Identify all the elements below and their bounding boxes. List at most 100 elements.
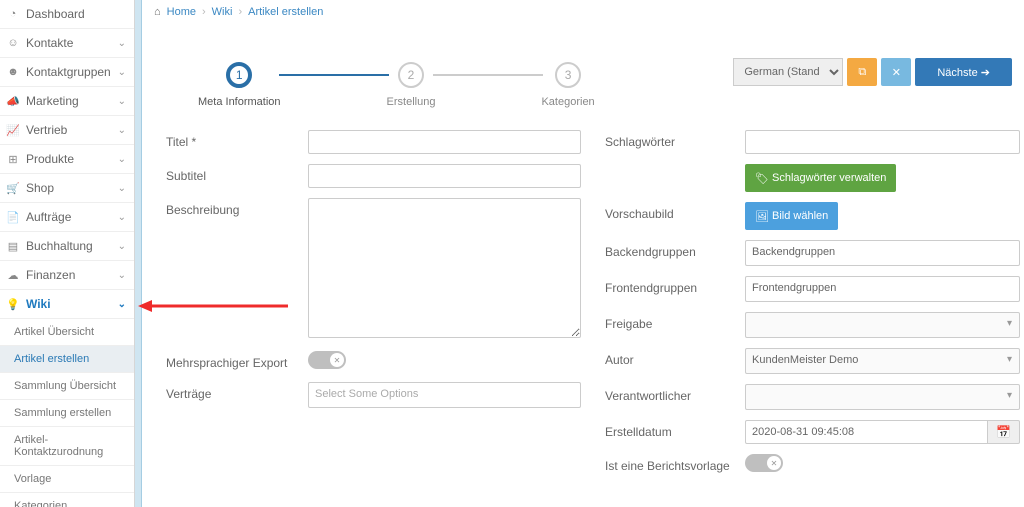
- toggle-berichtsvorlage[interactable]: [745, 454, 783, 472]
- close-icon: ✕: [892, 66, 901, 79]
- sidebar-vertrieb[interactable]: 📈 Vertrieb ⌄: [0, 116, 134, 145]
- sidebar-label: Marketing: [26, 94, 79, 108]
- chart-icon: 📈: [6, 124, 20, 137]
- label-vorschaubild: Vorschaubild: [605, 202, 745, 221]
- chevron-down-icon: ⌄: [118, 67, 126, 78]
- sub-artikel-kontaktzuordnung[interactable]: Artikel-Kontaktzurodnung: [0, 427, 134, 466]
- input-titel[interactable]: [308, 130, 581, 154]
- textarea-beschreibung[interactable]: [308, 198, 581, 338]
- step-number: 2: [398, 62, 424, 88]
- sidebar-buchhaltung[interactable]: ▤Buchhaltung⌄: [0, 232, 134, 261]
- label-frontendgruppen: Frontendgruppen: [605, 276, 745, 295]
- step-number: 1: [226, 62, 252, 88]
- sidebar-label: Produkte: [26, 152, 74, 166]
- home-icon: ⌂: [154, 6, 161, 18]
- label-erstelldatum: Erstelldatum: [605, 420, 745, 439]
- select-backendgruppen[interactable]: Backendgruppen: [745, 240, 1020, 266]
- sidebar-label: Kontakte: [26, 36, 73, 50]
- sidebar-marketing[interactable]: 📣Marketing⌄: [0, 87, 134, 116]
- breadcrumb-sep: ›: [238, 6, 242, 18]
- copy-icon: ⧉: [858, 66, 866, 79]
- sub-artikel-uebersicht[interactable]: Artikel Übersicht: [0, 319, 134, 346]
- wizard-steps: 1 Meta Information 2 Erstellung 3 Katego…: [166, 34, 733, 108]
- language-select[interactable]: German (Standard): [733, 58, 843, 86]
- sidebar-label: Finanzen: [26, 268, 75, 282]
- label-mehrsprachig: Mehrsprachiger Export: [166, 351, 308, 370]
- label-blank: [605, 164, 745, 169]
- sub-artikel-erstellen[interactable]: Artikel erstellen: [0, 346, 134, 373]
- label-subtitel: Subtitel: [166, 164, 308, 183]
- select-autor[interactable]: KundenMeister Demo: [745, 348, 1020, 374]
- breadcrumb-home[interactable]: Home: [167, 6, 196, 18]
- sidebar-finanzen[interactable]: ☁ Finanzen ⌄: [0, 261, 134, 290]
- chevron-down-icon: ⌄: [118, 212, 126, 223]
- label-vertraege: Verträge: [166, 382, 308, 401]
- label-verantwortlicher: Verantwortlicher: [605, 384, 745, 403]
- sidebar-label: Buchhaltung: [26, 239, 93, 253]
- sidebar-auftraege[interactable]: 📄 Aufträge ⌄: [0, 203, 134, 232]
- users-icon: ☻: [6, 66, 20, 78]
- select-frontendgruppen[interactable]: Frontendgruppen: [745, 276, 1020, 302]
- step-meta[interactable]: 1 Meta Information: [198, 62, 281, 108]
- chevron-down-icon: ⌄: [118, 38, 126, 49]
- bulb-icon: 💡: [6, 298, 20, 311]
- chevron-up-icon: ⌄: [118, 299, 126, 310]
- cart-icon: 🛒: [6, 182, 20, 195]
- sidebar-label: Vertrieb: [26, 123, 67, 137]
- next-button[interactable]: Nächste ➔: [915, 58, 1012, 86]
- form-left-column: Titel * Subtitel Beschreibung Mehrsprach…: [166, 130, 581, 485]
- sub-kategorien[interactable]: Kategorien: [0, 493, 134, 507]
- sidebar-produkte[interactable]: ⊞Produkte⌄: [0, 145, 134, 174]
- breadcrumb-wiki[interactable]: Wiki: [212, 6, 233, 18]
- cloud-icon: ☁: [6, 269, 20, 282]
- input-erstelldatum[interactable]: [745, 420, 988, 444]
- book-icon: ▤: [6, 240, 20, 253]
- step-kategorien[interactable]: 3 Kategorien: [541, 62, 594, 108]
- step-connector: [433, 74, 543, 76]
- manage-tags-button[interactable]: 🏷 Schlagwörter verwalten: [745, 164, 896, 192]
- chevron-down-icon: ⌄: [118, 270, 126, 281]
- delete-button[interactable]: ✕: [881, 58, 911, 86]
- choose-image-button[interactable]: 🖼 Bild wählen: [745, 202, 838, 230]
- toggle-mehrsprachig[interactable]: [308, 351, 346, 369]
- breadcrumb-sep: ›: [202, 6, 206, 18]
- tag-icon: 🏷: [755, 172, 769, 185]
- select-vertraege[interactable]: Select Some Options: [308, 382, 581, 408]
- input-schlagwoerter[interactable]: [745, 130, 1020, 154]
- chevron-down-icon: ⌄: [118, 183, 126, 194]
- step-label: Erstellung: [387, 96, 436, 108]
- sidebar-kontakte[interactable]: ☺Kontakte⌄: [0, 29, 134, 58]
- step-number: 3: [555, 62, 581, 88]
- label-berichtsvorlage: Ist eine Berichtsvorlage: [605, 454, 745, 473]
- action-bar: German (Standard) ⧉ ✕ Nächste ➔: [733, 34, 1020, 86]
- input-subtitel[interactable]: [308, 164, 581, 188]
- sub-sammlung-erstellen[interactable]: Sammlung erstellen: [0, 400, 134, 427]
- sub-vorlage[interactable]: Vorlage: [0, 466, 134, 493]
- select-verantwortlicher[interactable]: [745, 384, 1020, 410]
- sidebar-resize-handle[interactable]: [135, 0, 142, 507]
- button-label: Schlagwörter verwalten: [772, 172, 886, 184]
- step-erstellung[interactable]: 2 Erstellung: [387, 62, 436, 108]
- label-beschreibung: Beschreibung: [166, 198, 308, 217]
- sidebar-label: Wiki: [26, 297, 51, 311]
- copy-button[interactable]: ⧉: [847, 58, 877, 86]
- sub-sammlung-uebersicht[interactable]: Sammlung Übersicht: [0, 373, 134, 400]
- file-icon: 📄: [6, 211, 20, 224]
- main-content: ⌂ Home › Wiki › Artikel erstellen 1 Meta…: [142, 0, 1024, 507]
- bullhorn-icon: 📣: [6, 95, 20, 108]
- label-backendgruppen: Backendgruppen: [605, 240, 745, 259]
- sidebar-shop[interactable]: 🛒Shop⌄: [0, 174, 134, 203]
- label-titel: Titel *: [166, 130, 308, 149]
- button-label: Bild wählen: [772, 210, 828, 222]
- sidebar-wiki[interactable]: 💡 Wiki ⌄: [0, 290, 134, 319]
- label-schlagwoerter: Schlagwörter: [605, 130, 745, 149]
- sidebar-kontaktgruppen[interactable]: ☻Kontaktgruppen⌄: [0, 58, 134, 87]
- chevron-down-icon: ⌄: [118, 125, 126, 136]
- calendar-button[interactable]: 📅: [988, 420, 1020, 444]
- sidebar-label: Aufträge: [26, 210, 71, 224]
- label-autor: Autor: [605, 348, 745, 367]
- calendar-icon: 📅: [996, 425, 1011, 439]
- select-freigabe[interactable]: [745, 312, 1020, 338]
- form-right-column: Schlagwörter 🏷 Schlagwörter verwalten Vo…: [605, 130, 1020, 485]
- sidebar-dashboard[interactable]: ◔Dashboard: [0, 0, 134, 29]
